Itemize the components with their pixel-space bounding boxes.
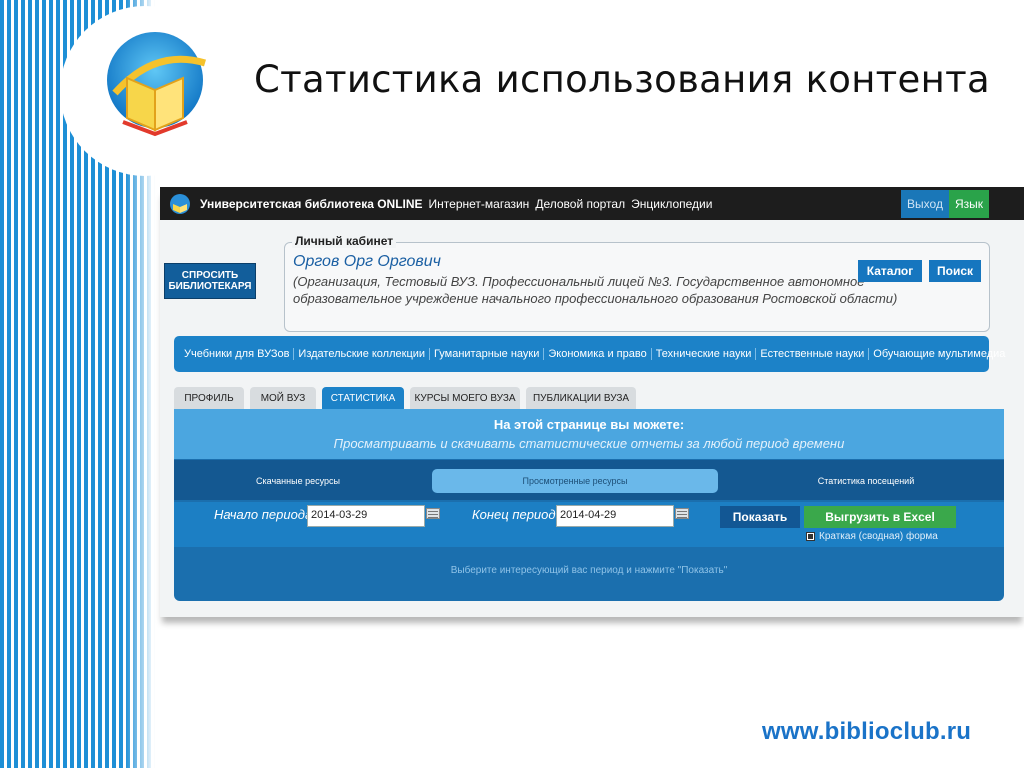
search-button[interactable]: Поиск — [929, 260, 981, 282]
nav-natural-sciences[interactable]: Естественные науки — [756, 348, 870, 360]
nav-textbooks[interactable]: Учебники для ВУЗов — [180, 348, 295, 360]
subtab-visit-statistics[interactable]: Статистика посещений — [728, 469, 1004, 493]
nav-multimedia[interactable]: Обучающие мультимедиа — [869, 348, 1009, 360]
hint-text: Выберите интересующий вас период и нажми… — [450, 565, 728, 576]
end-period-label: Конец периода: — [472, 507, 567, 522]
nav-technical-sciences[interactable]: Технические науки — [652, 348, 757, 360]
summary-form-label: Краткая (сводная) форма — [819, 531, 938, 542]
report-type-tabs: Скачанные ресурсы Просмотренные ресурсы … — [174, 460, 1004, 500]
link-encyclopedias[interactable]: Энциклопедии — [631, 197, 712, 211]
tab-profile[interactable]: ПРОФИЛЬ — [174, 387, 244, 409]
nav-publisher-collections[interactable]: Издательские коллекции — [294, 348, 431, 360]
top-bar: Университетская библиотека ONLINE Интерн… — [160, 187, 1024, 220]
tab-my-university[interactable]: МОЙ ВУЗ — [250, 387, 316, 409]
panel-subtitle: Просматривать и скачивать статистические… — [333, 436, 845, 451]
link-business-portal[interactable]: Деловой портал — [535, 197, 625, 211]
ask-librarian-button[interactable]: СПРОСИТЬ БИБЛИОТЕКАРЯ — [164, 263, 256, 299]
start-date-input[interactable]: 2014-03-29 — [307, 505, 425, 527]
book-logo-icon — [107, 32, 207, 137]
period-row: Начало периода: 2014-03-29 Конец периода… — [174, 502, 1004, 547]
website-screenshot: Университетская библиотека ONLINE Интерн… — [160, 187, 1024, 617]
summary-form-option[interactable]: Краткая (сводная) форма — [806, 531, 938, 542]
subtab-viewed-resources[interactable]: Просмотренные ресурсы — [432, 469, 718, 493]
nav-economics-law[interactable]: Экономика и право — [544, 348, 652, 360]
site-logo-icon — [170, 193, 190, 214]
statistics-section: ПРОФИЛЬ МОЙ ВУЗ СТАТИСТИКА КУРСЫ МОЕГО В… — [174, 379, 1004, 601]
tab-statistics[interactable]: СТАТИСТИКА — [322, 387, 404, 409]
calendar-icon[interactable] — [675, 508, 689, 519]
catalog-button[interactable]: Каталог — [858, 260, 922, 282]
personal-cabinet-title: Личный кабинет — [292, 234, 397, 248]
nav-humanities[interactable]: Гуманитарные науки — [430, 348, 545, 360]
end-date-input[interactable]: 2014-04-29 — [556, 505, 674, 527]
panel-header: На этой странице вы можете: Просматриват… — [174, 409, 1004, 459]
ask-librarian-line1: СПРОСИТЬ — [181, 270, 239, 281]
language-button[interactable]: Язык — [949, 190, 989, 218]
link-shop[interactable]: Интернет-магазин — [429, 197, 530, 211]
start-period-label: Начало периода: — [214, 507, 316, 522]
calendar-icon[interactable] — [426, 508, 440, 519]
site-brand[interactable]: Университетская библиотека ONLINE — [200, 197, 423, 211]
profile-tabs: ПРОФИЛЬ МОЙ ВУЗ СТАТИСТИКА КУРСЫ МОЕГО В… — [174, 387, 642, 409]
summary-form-checkbox[interactable] — [806, 532, 815, 541]
ask-librarian-line2: БИБЛИОТЕКАРЯ — [168, 281, 252, 292]
user-name[interactable]: Оргов Орг Оргович — [293, 253, 441, 271]
panel-title: На этой странице вы можете: — [493, 417, 685, 432]
statistics-panel: На этой странице вы можете: Просматриват… — [174, 409, 1004, 601]
show-button[interactable]: Показать — [720, 506, 800, 528]
slide-title: Статистика использования контента — [254, 58, 990, 101]
logout-button[interactable]: Выход — [901, 190, 949, 218]
export-excel-button[interactable]: Выгрузить в Excel — [804, 506, 956, 528]
site-url: www.biblioclub.ru — [762, 718, 972, 745]
category-nav: Учебники для ВУЗов Издательские коллекци… — [174, 336, 1005, 372]
tab-university-publications[interactable]: ПУБЛИКАЦИИ ВУЗА — [526, 387, 636, 409]
tab-university-courses[interactable]: КУРСЫ МОЕГО ВУЗА — [410, 387, 520, 409]
subtab-downloaded-resources[interactable]: Скачанные ресурсы — [174, 469, 422, 493]
